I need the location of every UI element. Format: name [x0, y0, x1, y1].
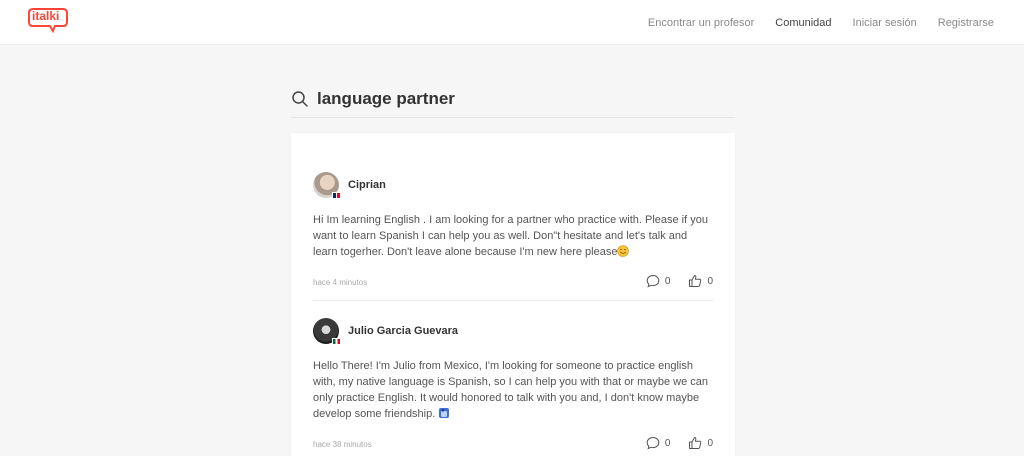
like-button[interactable]: 0: [688, 436, 713, 450]
comment-button[interactable]: 0: [646, 274, 671, 288]
post-actions: 0 0: [646, 274, 713, 288]
search-icon[interactable]: [291, 90, 309, 108]
post-item[interactable]: Julio Garcia Guevara Hello There! I'm Ju…: [313, 317, 713, 456]
nav-find-teacher[interactable]: Encontrar un profesor: [648, 17, 754, 29]
post-text: Hi Im learning English . I am looking fo…: [313, 214, 708, 258]
author-name[interactable]: Julio Garcia Guevara: [348, 325, 458, 337]
avatar[interactable]: [313, 318, 341, 345]
post-timestamp: hace 38 minutos: [313, 440, 372, 449]
author-name[interactable]: Ciprian: [348, 179, 386, 191]
post-divider: [313, 300, 713, 301]
post-actions: 0 0: [646, 436, 713, 450]
nav-register[interactable]: Registrarse: [938, 17, 994, 29]
post-author[interactable]: Ciprian: [313, 171, 713, 199]
post-author[interactable]: Julio Garcia Guevara: [313, 317, 713, 345]
smiling-face-emoji-icon: [617, 245, 630, 257]
comment-icon: [646, 436, 660, 450]
main-nav: Encontrar un profesor Comunidad Iniciar …: [648, 0, 994, 45]
search-bar[interactable]: language partner: [291, 84, 735, 118]
dominican-republic-flag-icon: [332, 192, 341, 199]
top-navigation-bar: italki Encontrar un profesor Comunidad I…: [0, 0, 1024, 45]
post-item[interactable]: Ciprian Hi Im learning English . I am lo…: [313, 171, 713, 294]
nav-login[interactable]: Iniciar sesión: [853, 17, 917, 29]
comment-count: 0: [664, 437, 671, 449]
comment-icon: [646, 274, 660, 288]
blue-sticker-emoji-icon: [439, 408, 450, 418]
avatar[interactable]: [313, 172, 341, 199]
comment-button[interactable]: 0: [646, 436, 671, 450]
thumbs-up-icon: [689, 437, 702, 449]
post-text: Hello There! I'm Julio from Mexico, I'm …: [313, 360, 708, 420]
results-card: Ciprian Hi Im learning English . I am lo…: [291, 133, 735, 456]
search-query[interactable]: language partner: [317, 89, 455, 109]
comment-count: 0: [664, 275, 671, 287]
like-button[interactable]: 0: [688, 274, 713, 288]
post-body[interactable]: Hello There! I'm Julio from Mexico, I'm …: [313, 358, 713, 422]
post-body[interactable]: Hi Im learning English . I am looking fo…: [313, 212, 713, 260]
post-footer: hace 4 minutos 0 0: [313, 274, 713, 294]
mexico-flag-icon: [332, 338, 341, 345]
like-count: 0: [707, 437, 713, 449]
logo-text: italki: [32, 9, 60, 23]
nav-community[interactable]: Comunidad: [775, 17, 831, 29]
post-footer: hace 38 minutos 0 0: [313, 436, 713, 456]
like-count: 0: [707, 275, 713, 287]
thumbs-up-icon: [689, 275, 702, 287]
italki-logo[interactable]: italki: [27, 7, 69, 33]
post-timestamp: hace 4 minutos: [313, 278, 368, 287]
